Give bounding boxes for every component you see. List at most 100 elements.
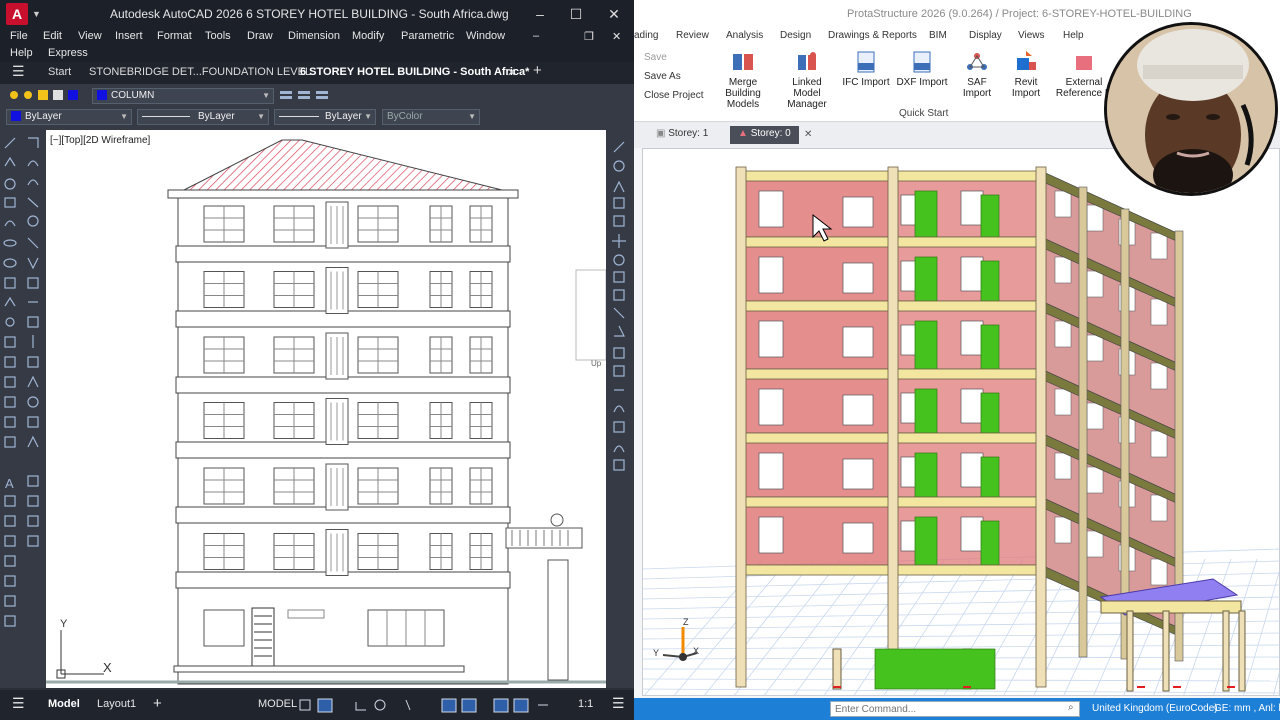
layer-tools-icons[interactable] <box>278 88 334 104</box>
column <box>735 166 747 688</box>
drawing-canvas[interactable]: [−][Top][2D Wireframe] Y X Up <box>46 130 606 688</box>
drafting-toggles[interactable] <box>298 698 598 714</box>
units-status[interactable]: GE: mm , Anl: kN <box>1214 703 1280 714</box>
saf-import-button[interactable]: SAF Import <box>952 50 1002 99</box>
menu-parametric[interactable]: Parametric <box>401 30 454 42</box>
external-reference-label: External Reference D <box>1055 77 1113 99</box>
axis-origin <box>679 653 687 661</box>
chevron-down-icon[interactable]: ▼ <box>32 9 41 19</box>
svg-text:A: A <box>5 476 14 491</box>
side-window <box>1150 298 1168 326</box>
color-dropdown[interactable]: ByLayer ▼ <box>6 109 132 125</box>
menu-insert[interactable]: Insert <box>115 30 143 42</box>
ifc-import-button[interactable]: IFC Import <box>842 50 890 88</box>
side-window <box>1086 270 1104 298</box>
front-window <box>960 452 984 488</box>
menu-format[interactable]: Format <box>157 30 192 42</box>
annex-ornament <box>550 513 564 527</box>
tab-hotel-building[interactable]: 6 STOREY HOTEL BUILDING - South Africa* <box>300 66 529 78</box>
linked-model-manager-button[interactable]: Linked Model Manager <box>778 50 836 110</box>
storey-tab-close-icon[interactable]: ✕ <box>804 129 812 140</box>
tool-icons[interactable]: A <box>0 130 46 688</box>
draw-modify-toolbars: A <box>0 130 46 688</box>
menu-window[interactable]: Window <box>466 30 505 42</box>
close-project-button[interactable]: Close Project <box>644 90 703 101</box>
grid-line <box>1243 571 1279 695</box>
3d-model-view[interactable]: Z Y X <box>642 148 1280 696</box>
close-button[interactable]: ✕ <box>602 4 626 24</box>
extension-column <box>1162 610 1170 692</box>
tab-help[interactable]: Help <box>1063 30 1084 41</box>
side-window <box>1054 190 1072 218</box>
plotstyle-dropdown[interactable]: ByColor ▼ <box>382 109 480 125</box>
menu-help[interactable]: Help <box>10 47 33 59</box>
tab-display[interactable]: Display <box>969 30 1002 41</box>
layer-state-icons[interactable] <box>8 88 88 102</box>
tab-bim[interactable]: BIM <box>929 30 947 41</box>
maximize-button[interactable]: ☐ <box>564 4 588 24</box>
model-space-toggle[interactable]: MODEL <box>258 698 297 710</box>
stair-core <box>914 388 938 434</box>
menu-edit[interactable]: Edit <box>43 30 62 42</box>
layer-dropdown[interactable]: COLUMN ▼ <box>92 88 274 104</box>
add-layout-button[interactable]: + <box>153 695 162 712</box>
menu-view[interactable]: View <box>78 30 102 42</box>
side-window <box>1150 558 1168 586</box>
menu-tools[interactable]: Tools <box>205 30 231 42</box>
menu-file[interactable]: File <box>10 30 28 42</box>
lineweight-dropdown[interactable]: ByLayer ▼ <box>274 109 376 125</box>
front-window <box>758 320 784 358</box>
stair-core <box>980 194 1000 238</box>
customize-menu-icon[interactable]: ☰ <box>612 695 625 712</box>
command-input[interactable] <box>830 701 1080 717</box>
menu-express[interactable]: Express <box>48 47 88 59</box>
tab-review[interactable]: Review <box>676 30 709 41</box>
doc-restore-button[interactable]: ❐ <box>584 30 594 43</box>
doc-minimize-button[interactable]: – <box>533 30 539 42</box>
merge-building-models-button[interactable]: Merge Building Models <box>712 50 774 110</box>
save-button[interactable]: Save <box>644 52 667 63</box>
minimize-button[interactable]: – <box>528 4 552 24</box>
revit-import-button[interactable]: Revit Import <box>1006 50 1046 99</box>
tab-loading[interactable]: ading <box>634 30 658 41</box>
annotation-scale[interactable]: 1:1 <box>578 698 593 710</box>
design-code-status[interactable]: United Kingdom (EuroCode) <box>1092 703 1218 714</box>
front-window <box>960 516 984 552</box>
extension-beam <box>1100 600 1242 614</box>
search-icon[interactable]: ⌕ <box>1068 702 1074 713</box>
adjacent-detail <box>575 269 606 361</box>
linetype-dropdown[interactable]: ByLayer ▼ <box>137 109 269 125</box>
save-as-button[interactable]: Save As <box>644 71 681 82</box>
autocad-app-menu-icon[interactable]: A <box>6 3 28 25</box>
new-tab-button[interactable]: + <box>533 62 542 79</box>
model-tab[interactable]: Model <box>48 698 80 710</box>
tab-views[interactable]: Views <box>1018 30 1045 41</box>
tab-design[interactable]: Design <box>780 30 811 41</box>
side-window <box>1054 388 1072 416</box>
column <box>1035 166 1047 688</box>
tab-close-icon[interactable]: ✕ <box>507 66 516 79</box>
lineweight-value: ByLayer <box>325 111 362 122</box>
tab-stonebridge[interactable]: STONEBRIDGE DET...FOUNDATION LEVEL <box>89 66 311 78</box>
tab-analysis[interactable]: Analysis <box>726 30 763 41</box>
tab-storey-1[interactable]: ▣ Storey: 1 <box>648 126 716 144</box>
prota-status-bar: ⌕ United Kingdom (EuroCode) GE: mm , Anl… <box>634 698 1280 720</box>
stair-core <box>980 260 1000 302</box>
tab-start[interactable]: Start <box>48 66 71 78</box>
menu-dimension[interactable]: Dimension <box>288 30 340 42</box>
nav-tool-icons[interactable] <box>606 130 634 688</box>
tab-storey-0[interactable]: ▲ Storey: 0 <box>730 126 799 144</box>
menu-draw[interactable]: Draw <box>247 30 273 42</box>
chevron-down-icon: ▼ <box>257 112 265 121</box>
dxf-import-button[interactable]: DXF Import <box>896 50 948 88</box>
menu-modify[interactable]: Modify <box>352 30 384 42</box>
hamburger-menu-icon[interactable]: ☰ <box>12 63 25 80</box>
layout1-tab[interactable]: Layout1 <box>97 698 136 710</box>
viewport-controls[interactable]: [−][Top][2D Wireframe] <box>50 135 150 146</box>
doc-close-button[interactable]: ✕ <box>612 30 621 43</box>
hamburger-menu-icon[interactable]: ☰ <box>12 695 25 712</box>
ifc-icon <box>854 50 878 74</box>
ucs-y-label: Y <box>60 618 68 630</box>
tab-drawings-reports[interactable]: Drawings & Reports <box>828 30 917 41</box>
stair-core <box>914 256 938 302</box>
